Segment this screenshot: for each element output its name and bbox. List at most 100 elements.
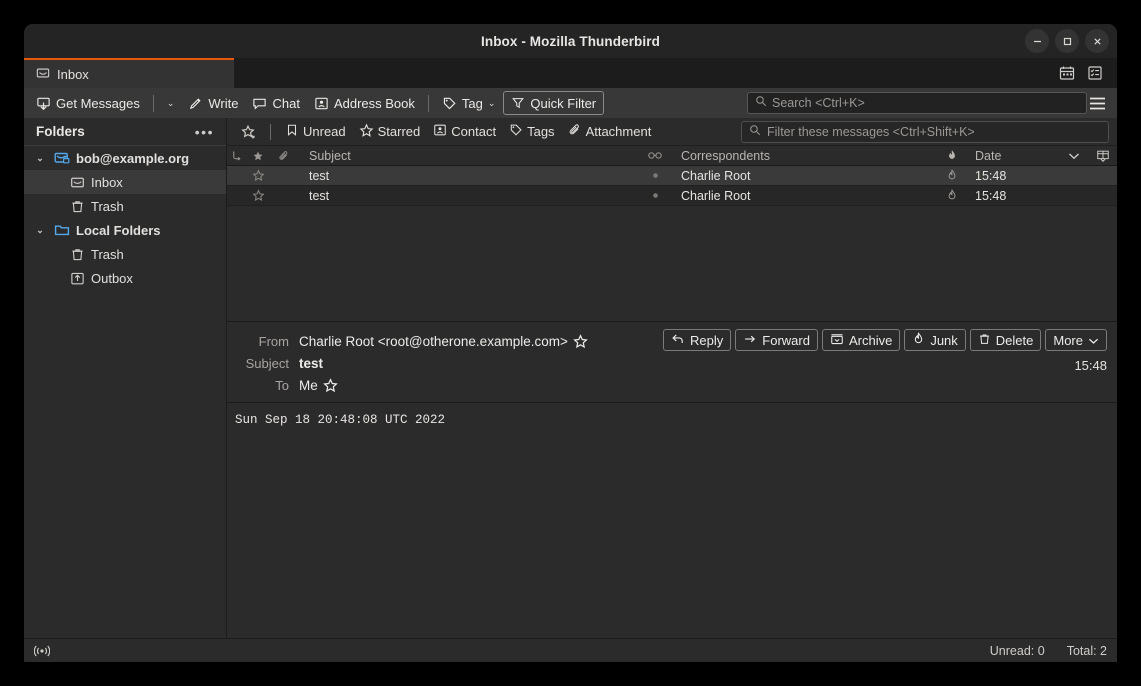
star-icon — [359, 123, 374, 141]
sidebar-item-account[interactable]: ⌄ bob@example.org — [24, 146, 226, 170]
junk-status-cell[interactable] — [937, 169, 967, 182]
attachment-column-header[interactable] — [271, 150, 297, 162]
date-column-header[interactable]: Date — [967, 149, 1059, 163]
toolbar-divider-2 — [427, 94, 429, 112]
read-status-cell[interactable] — [635, 172, 675, 179]
sidebar-item-local-folders[interactable]: ⌄ Local Folders — [24, 218, 226, 242]
filter-starred-button[interactable]: Starred — [354, 121, 426, 143]
junk-status-cell[interactable] — [937, 189, 967, 202]
chat-button[interactable]: Chat — [246, 91, 305, 115]
sort-indicator-icon[interactable] — [1059, 152, 1089, 160]
junk-column-header[interactable] — [937, 149, 967, 162]
read-column-header[interactable] — [635, 151, 675, 160]
get-messages-button[interactable]: Get Messages — [30, 91, 146, 115]
close-button[interactable] — [1085, 29, 1109, 53]
chevron-down-icon[interactable]: ⌄ — [32, 225, 48, 236]
get-messages-label: Get Messages — [56, 95, 140, 111]
calendar-icon[interactable] — [1059, 65, 1075, 81]
trash-icon — [70, 199, 85, 214]
more-button[interactable]: More — [1045, 329, 1107, 351]
folder-pane: Folders ••• ⌄ bob@example.org Inbox Tras… — [24, 118, 227, 638]
secure-mail-account-icon — [54, 150, 70, 166]
subject-value: test — [299, 355, 324, 371]
main-toolbar: Get Messages ⌄ Write Chat Address Book T… — [24, 88, 1117, 118]
chat-label: Chat — [272, 95, 300, 111]
quick-filter-button[interactable]: Quick Filter — [503, 91, 605, 115]
table-row[interactable]: test Charlie Root 15:48 — [227, 186, 1117, 206]
app-menu-button[interactable] — [1085, 92, 1109, 114]
filter-attachment-button[interactable]: Attachment — [563, 121, 657, 143]
tasks-icon[interactable] — [1087, 65, 1103, 81]
more-label: More — [1053, 332, 1083, 348]
to-label: To — [275, 377, 289, 393]
filter-unread-button[interactable]: Unread — [280, 121, 351, 143]
write-button[interactable]: Write — [182, 91, 244, 115]
message-list: Subject Correspondents Date test Charlie… — [227, 146, 1117, 321]
filter-messages-placeholder: Filter these messages <Ctrl+Shift+K> — [767, 125, 975, 139]
to-value: Me — [299, 378, 338, 393]
bookmark-icon — [285, 123, 299, 140]
folders-title: Folders — [36, 124, 85, 139]
filter-contact-label: Contact — [451, 124, 497, 139]
quick-filter-label: Quick Filter — [530, 95, 597, 111]
column-picker-icon[interactable] — [1089, 149, 1117, 163]
reply-button[interactable]: Reply — [663, 329, 732, 351]
right-pane: Unread Starred Contact Tags Attachment F… — [227, 118, 1117, 638]
delete-button[interactable]: Delete — [969, 329, 1042, 351]
sidebar-item-label: Trash — [91, 246, 124, 262]
message-time: 15:48 — [1074, 358, 1107, 373]
correspondents-column-header[interactable]: Correspondents — [675, 149, 937, 163]
forward-button[interactable]: Forward — [735, 329, 818, 351]
tab-label: Inbox — [57, 66, 89, 82]
folder-icon — [54, 222, 70, 238]
date-cell: 15:48 — [975, 168, 1007, 183]
sidebar-item-label: Trash — [91, 198, 124, 214]
tab-inbox[interactable]: Inbox — [24, 58, 234, 88]
minimize-button[interactable] — [1025, 29, 1049, 53]
filter-contact-button[interactable]: Contact — [428, 121, 501, 143]
pin-filter-icon[interactable] — [235, 121, 261, 143]
filter-messages-input[interactable]: Filter these messages <Ctrl+Shift+K> — [741, 121, 1109, 143]
filter-starred-label: Starred — [377, 124, 421, 139]
filter-tags-button[interactable]: Tags — [504, 121, 559, 143]
delete-label: Delete — [995, 332, 1034, 348]
sidebar-item-inbox[interactable]: Inbox — [24, 170, 226, 194]
total-count: Total: 2 — [1066, 643, 1107, 658]
address-book-button[interactable]: Address Book — [308, 91, 421, 115]
date-cell: 15:48 — [975, 188, 1007, 203]
search-icon — [755, 94, 767, 112]
chevron-down-icon — [1088, 333, 1099, 348]
filter-attachment-label: Attachment — [585, 124, 652, 139]
from-value: Charlie Root <root@otherone.example.com> — [299, 334, 588, 349]
read-status-cell[interactable] — [635, 192, 675, 199]
tag-icon — [509, 123, 523, 140]
quick-filter-bar: Unread Starred Contact Tags Attachment F… — [227, 118, 1117, 146]
paperclip-icon — [568, 123, 582, 140]
get-messages-dropdown[interactable]: ⌄ — [161, 91, 181, 115]
tag-button[interactable]: Tag ⌄ — [436, 91, 502, 115]
download-mail-icon — [36, 96, 51, 111]
sidebar-item-trash-account[interactable]: Trash — [24, 194, 226, 218]
archive-button[interactable]: Archive — [821, 329, 901, 351]
star-toggle[interactable] — [245, 189, 271, 202]
tab-bar-spacer — [234, 58, 1045, 88]
sidebar-item-outbox[interactable]: Outbox — [24, 266, 226, 290]
star-toggle[interactable] — [245, 169, 271, 182]
table-row[interactable]: test Charlie Root 15:48 — [227, 166, 1117, 186]
message-actions: Reply Forward Archive Junk Delete More — [663, 329, 1107, 351]
maximize-button[interactable] — [1055, 29, 1079, 53]
subject-column-header[interactable]: Subject — [297, 149, 635, 163]
funnel-icon — [511, 96, 525, 110]
sidebar-item-trash-local[interactable]: Trash — [24, 242, 226, 266]
chevron-down-icon[interactable]: ⌄ — [32, 153, 48, 164]
from-text: Charlie Root <root@otherone.example.com> — [299, 333, 568, 349]
pencil-icon — [188, 96, 203, 111]
folders-more-button[interactable]: ••• — [195, 125, 214, 139]
star-recipient-icon[interactable] — [322, 377, 338, 393]
search-input[interactable]: Search <Ctrl+K> — [747, 92, 1087, 114]
star-column-header[interactable] — [245, 150, 271, 162]
junk-button[interactable]: Junk — [904, 329, 966, 351]
connection-activity-icon — [34, 644, 50, 658]
thread-column-header[interactable] — [227, 150, 245, 161]
star-sender-icon[interactable] — [573, 333, 588, 349]
